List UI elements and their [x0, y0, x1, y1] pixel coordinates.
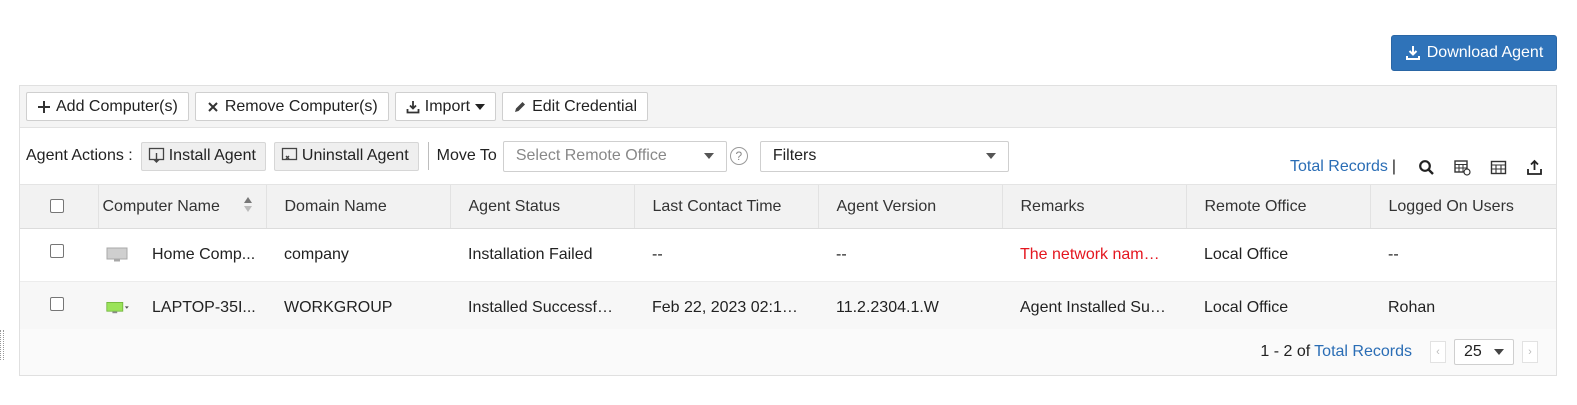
pagination-bar: 1 - 2 of Total Records ‹ 25 ›	[20, 329, 1556, 375]
resize-handle[interactable]	[0, 330, 4, 360]
computer-name[interactable]: LAPTOP-35I...	[152, 299, 256, 317]
chevron-down-icon	[1494, 349, 1504, 355]
column-header-agent-version[interactable]: Agent Version	[817, 184, 1002, 229]
row-select-cell	[20, 229, 98, 282]
divider	[427, 142, 429, 170]
record-range: 1 - 2 of	[1260, 343, 1311, 360]
sort-icon	[243, 197, 252, 212]
search-button[interactable]	[1408, 156, 1444, 178]
column-header-domain-name[interactable]: Domain Name	[265, 184, 450, 229]
table-row[interactable]: LAPTOP-35I... WORKGROUP Installed Succes…	[20, 281, 1556, 335]
agent-version: --	[836, 246, 847, 263]
column-header-computer-name[interactable]: Computer Name	[97, 184, 266, 229]
columns-button[interactable]	[1480, 156, 1516, 178]
filters-select[interactable]: Filters	[759, 140, 1009, 172]
install-agent-icon	[148, 147, 164, 163]
column-header-last-contact-time[interactable]: Last Contact Time	[633, 184, 818, 229]
agent-status: Installation Failed	[468, 246, 593, 263]
agent-version: 11.2.2304.1.W	[836, 299, 939, 316]
select-all-checkbox[interactable]	[50, 199, 64, 214]
remote-office-select[interactable]: Select Remote Office	[502, 140, 727, 172]
computer-name[interactable]: Home Comp...	[152, 246, 255, 264]
monitor-offline-icon	[106, 247, 130, 263]
close-icon	[208, 101, 218, 112]
logged-on-users: --	[1388, 246, 1399, 263]
remove-computers-button[interactable]: Remove Computer(s)	[194, 92, 389, 121]
table-header-row: Computer Name Domain Name Agent Status L…	[20, 184, 1556, 229]
table-tools: Total Records |	[1290, 156, 1552, 178]
search-icon	[1418, 159, 1434, 175]
export-icon	[1526, 159, 1542, 175]
help-icon[interactable]: ?	[729, 147, 748, 165]
add-column-button[interactable]	[1444, 156, 1480, 178]
grid-icon	[1490, 160, 1506, 174]
column-header-agent-status[interactable]: Agent Status	[449, 184, 634, 229]
download-agent-label: Download Agent	[1426, 44, 1544, 61]
per-page-select[interactable]: 25	[1454, 339, 1514, 365]
remote-office: Local Office	[1204, 299, 1289, 316]
edit-credential-button[interactable]: Edit Credential	[502, 92, 649, 121]
domain-name: company	[284, 246, 349, 263]
download-icon	[1405, 46, 1420, 60]
agent-status: Installed Successfully	[468, 299, 621, 316]
last-contact-time: Feb 22, 2023 02:13 ...	[652, 299, 809, 316]
install-agent-button[interactable]: Install Agent	[140, 141, 266, 171]
separator: |	[1391, 158, 1396, 175]
row-select-cell	[20, 282, 98, 335]
computer-name-cell: LAPTOP-35I...	[98, 282, 266, 335]
total-records-link[interactable]: Total Records	[1290, 158, 1388, 176]
chevron-down-icon	[703, 153, 714, 159]
chevron-down-icon	[475, 103, 486, 110]
primary-toolbar: Add Computer(s) Remove Computer(s) Impor…	[20, 86, 1556, 128]
next-page-button[interactable]: ›	[1522, 341, 1538, 363]
column-header-remote-office[interactable]: Remote Office	[1185, 184, 1370, 229]
pencil-icon	[515, 101, 526, 112]
computer-name-cell: Home Comp...	[98, 229, 266, 282]
last-contact-time: --	[652, 246, 663, 263]
chevron-down-icon	[985, 153, 996, 159]
total-records-link[interactable]: Total Records	[1314, 343, 1412, 361]
row-checkbox[interactable]	[50, 243, 64, 258]
domain-name: WORKGROUP	[284, 299, 393, 316]
row-checkbox[interactable]	[50, 296, 64, 311]
move-to-label: Move To	[436, 147, 497, 164]
import-icon	[406, 100, 420, 113]
agent-actions-label: Agent Actions :	[26, 147, 133, 164]
table-settings-icon	[1453, 159, 1471, 176]
export-button[interactable]	[1516, 156, 1552, 178]
remarks[interactable]: The network name c...	[1002, 229, 1186, 282]
monitor-online-icon[interactable]	[106, 300, 130, 316]
plus-icon	[38, 100, 50, 113]
table-row[interactable]: Home Comp... company Installation Failed…	[20, 228, 1556, 282]
select-all-cell	[20, 184, 98, 229]
column-header-logged-on-users[interactable]: Logged On Users	[1369, 184, 1556, 229]
remarks[interactable]: Agent Installed Succ...	[1002, 282, 1186, 335]
prev-page-button[interactable]: ‹	[1430, 341, 1446, 363]
column-header-remarks[interactable]: Remarks	[1001, 184, 1186, 229]
remote-office: Local Office	[1204, 246, 1289, 263]
import-button[interactable]: Import	[394, 92, 497, 121]
download-agent-button[interactable]: Download Agent	[1391, 35, 1557, 71]
uninstall-agent-icon	[281, 147, 298, 161]
computers-table: Computer Name Domain Name Agent Status L…	[20, 184, 1556, 335]
add-computers-button[interactable]: Add Computer(s)	[26, 92, 189, 121]
logged-on-users: Rohan	[1388, 299, 1436, 316]
uninstall-agent-button[interactable]: Uninstall Agent	[273, 141, 419, 171]
computers-panel: Add Computer(s) Remove Computer(s) Impor…	[19, 85, 1557, 376]
